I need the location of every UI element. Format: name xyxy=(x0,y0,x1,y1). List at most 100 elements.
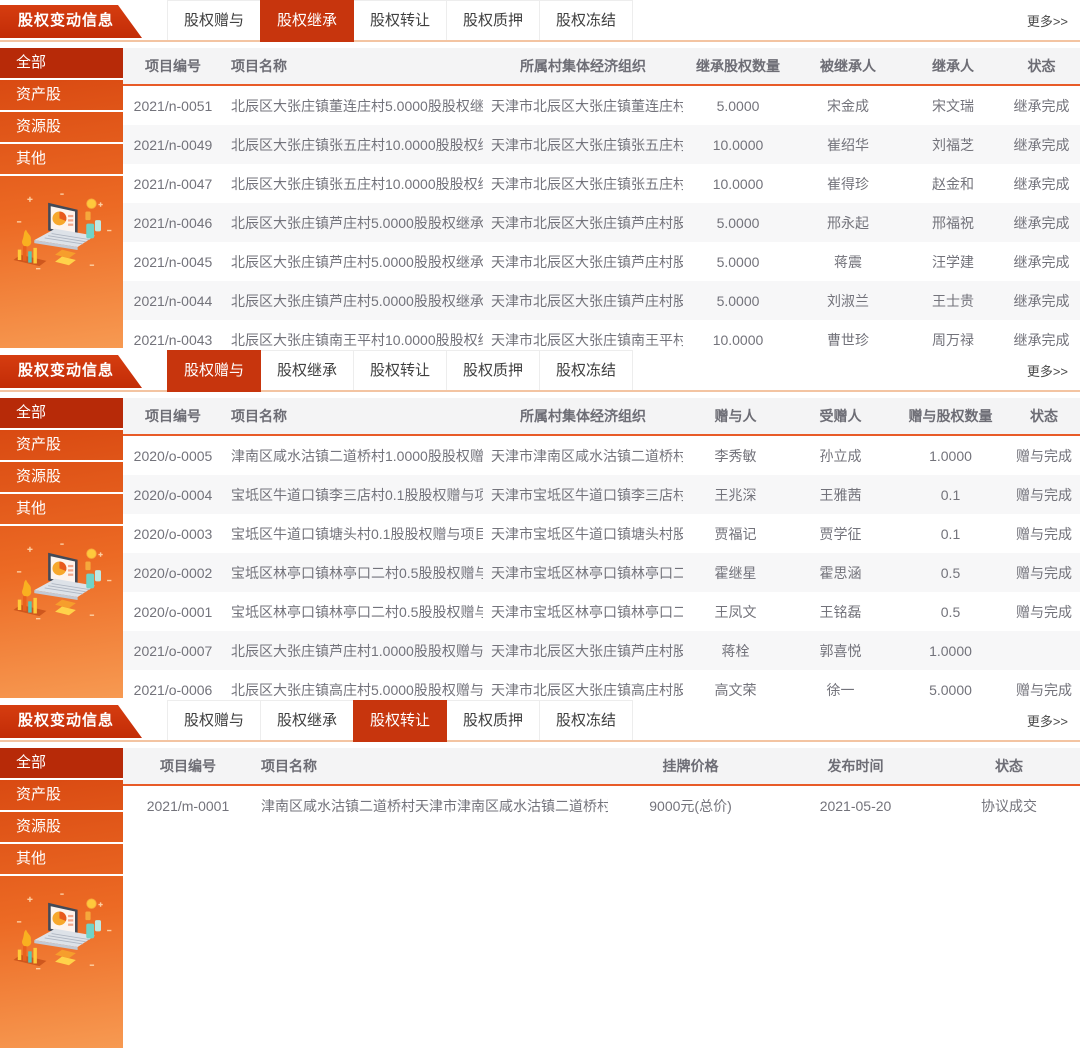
table-row[interactable]: 2021/n-0049北辰区大张庄镇张五庄村10.0000股股权继...天津市北… xyxy=(123,125,1080,164)
equity-gift-section: 股权变动信息 股权赠与股权继承股权转让股权质押股权冻结 更多>> 全部资产股资源… xyxy=(0,350,1080,698)
table-cell: 徐一 xyxy=(788,670,893,698)
table-cell: 赠与完成 xyxy=(1008,435,1080,475)
tab-transfer[interactable]: 股权转让 xyxy=(353,0,447,40)
table-cell: 继承完成 xyxy=(1003,281,1080,320)
table-cell: 2021/o-0007 xyxy=(123,631,223,670)
sidebar-item-asset-share[interactable]: 资产股 xyxy=(0,780,123,812)
gift-table-wrap: 项目编号项目名称所属村集体经济组织赠与人受赠人赠与股权数量状态 2020/o-0… xyxy=(123,398,1080,698)
table-cell: 2020/o-0001 xyxy=(123,592,223,631)
table-cell: 2021/n-0047 xyxy=(123,164,223,203)
more-link[interactable]: 更多>> xyxy=(1027,711,1080,730)
table-row[interactable]: 2021/n-0051北辰区大张庄镇董连庄村5.0000股股权继...天津市北辰… xyxy=(123,85,1080,125)
laptop-charts-illustration xyxy=(10,192,114,276)
column-header: 发布时间 xyxy=(773,748,938,785)
table-cell: 北辰区大张庄镇张五庄村10.0000股股权继... xyxy=(223,164,483,203)
tab-inherit[interactable]: 股权继承 xyxy=(260,350,354,390)
section-content: 全部资产股资源股其他 xyxy=(0,748,1080,1048)
tab-inherit[interactable]: 股权继承 xyxy=(260,700,354,740)
tab-freeze[interactable]: 股权冻结 xyxy=(539,350,633,390)
table-cell: 王兆深 xyxy=(683,475,788,514)
table-cell: 北辰区大张庄镇芦庄村5.0000股股权继承... xyxy=(223,203,483,242)
table-cell: 刘福芝 xyxy=(903,125,1003,164)
table-cell: 天津市宝坻区牛道口镇李三店村股... xyxy=(483,475,683,514)
more-link[interactable]: 更多>> xyxy=(1027,11,1080,30)
table-cell: 5.0000 xyxy=(683,242,793,281)
section-title-banner: 股权变动信息 xyxy=(0,5,142,38)
table-cell: 2021-05-20 xyxy=(773,785,938,825)
column-header: 所属村集体经济组织 xyxy=(483,48,683,85)
sidebar-item-other[interactable]: 其他 xyxy=(0,144,123,176)
table-cell: 0.5 xyxy=(893,592,1008,631)
table-row[interactable]: 2021/o-0007北辰区大张庄镇芦庄村1.0000股股权赠与...天津市北辰… xyxy=(123,631,1080,670)
table-cell: 霍思涵 xyxy=(788,553,893,592)
table-row[interactable]: 2021/n-0046北辰区大张庄镇芦庄村5.0000股股权继承...天津市北辰… xyxy=(123,203,1080,242)
table-row[interactable]: 2020/o-0005津南区咸水沽镇二道桥村1.0000股股权赠...天津市津南… xyxy=(123,435,1080,475)
table-cell: 天津市津南区咸水沽镇二道桥村股... xyxy=(483,435,683,475)
table-cell: 王凤文 xyxy=(683,592,788,631)
table-cell: 2021/o-0006 xyxy=(123,670,223,698)
table-row[interactable]: 2021/n-0043北辰区大张庄镇南王平村10.0000股股权继...天津市北… xyxy=(123,320,1080,348)
table-row[interactable]: 2021/n-0044北辰区大张庄镇芦庄村5.0000股股权继承...天津市北辰… xyxy=(123,281,1080,320)
table-cell: 天津市北辰区大张庄镇芦庄村股份... xyxy=(483,203,683,242)
column-header: 状态 xyxy=(1003,48,1080,85)
table-cell: 蒋栓 xyxy=(683,631,788,670)
column-header: 状态 xyxy=(1008,398,1080,435)
table-cell: 继承完成 xyxy=(1003,242,1080,281)
table-cell: 天津市宝坻区林亭口镇林亭口二村... xyxy=(483,592,683,631)
table-cell: 天津市北辰区大张庄镇高庄村股份... xyxy=(483,670,683,698)
table-header-row: 项目编号项目名称挂牌价格发布时间状态 xyxy=(123,748,1080,785)
table-cell: 10.0000 xyxy=(683,125,793,164)
table-row[interactable]: 2020/o-0002宝坻区林亭口镇林亭口二村0.5股股权赠与...天津市宝坻区… xyxy=(123,553,1080,592)
table-cell: 贾福记 xyxy=(683,514,788,553)
table-row[interactable]: 2020/o-0003宝坻区牛道口镇塘头村0.1股股权赠与项目天津市宝坻区牛道口… xyxy=(123,514,1080,553)
table-cell: 9000元(总价) xyxy=(608,785,773,825)
table-row[interactable]: 2021/n-0047北辰区大张庄镇张五庄村10.0000股股权继...天津市北… xyxy=(123,164,1080,203)
sidebar-item-resource-share[interactable]: 资源股 xyxy=(0,812,123,844)
tab-pledge[interactable]: 股权质押 xyxy=(446,700,540,740)
column-header: 项目编号 xyxy=(123,48,223,85)
table-row[interactable]: 2021/m-0001津南区咸水沽镇二道桥村天津市津南区咸水沽镇二道桥村股份经.… xyxy=(123,785,1080,825)
sidebar-item-all[interactable]: 全部 xyxy=(0,398,123,430)
more-link[interactable]: 更多>> xyxy=(1027,361,1080,380)
table-row[interactable]: 2021/o-0006北辰区大张庄镇高庄村5.0000股股权赠与...天津市北辰… xyxy=(123,670,1080,698)
tab-pledge[interactable]: 股权质押 xyxy=(446,350,540,390)
sidebar-item-other[interactable]: 其他 xyxy=(0,844,123,876)
equity-inheritance-section: 股权变动信息 股权赠与股权继承股权转让股权质押股权冻结 更多>> 全部资产股资源… xyxy=(0,0,1080,348)
sidebar-item-asset-share[interactable]: 资产股 xyxy=(0,80,123,112)
column-header: 状态 xyxy=(938,748,1080,785)
tab-freeze[interactable]: 股权冻结 xyxy=(539,0,633,40)
table-cell: 天津市北辰区大张庄镇张五庄村股... xyxy=(483,164,683,203)
table-cell: 霍继星 xyxy=(683,553,788,592)
tab-pledge[interactable]: 股权质押 xyxy=(446,0,540,40)
sidebar-item-all[interactable]: 全部 xyxy=(0,48,123,80)
tab-transfer[interactable]: 股权转让 xyxy=(353,350,447,390)
table-cell: 天津市北辰区大张庄镇芦庄村股份... xyxy=(483,242,683,281)
sidebar-item-resource-share[interactable]: 资源股 xyxy=(0,112,123,144)
filter-sidebar: 全部资产股资源股其他 xyxy=(0,48,123,348)
tab-inherit[interactable]: 股权继承 xyxy=(260,0,354,42)
table-row[interactable]: 2020/o-0001宝坻区林亭口镇林亭口二村0.5股股权赠与...天津市宝坻区… xyxy=(123,592,1080,631)
tab-gift[interactable]: 股权赠与 xyxy=(167,0,261,40)
table-cell: 崔得珍 xyxy=(793,164,903,203)
sidebar-item-other[interactable]: 其他 xyxy=(0,494,123,526)
sidebar-item-all[interactable]: 全部 xyxy=(0,748,123,780)
tab-gift[interactable]: 股权赠与 xyxy=(167,700,261,740)
tab-freeze[interactable]: 股权冻结 xyxy=(539,700,633,740)
table-row[interactable]: 2020/o-0004宝坻区牛道口镇李三店村0.1股股权赠与项目天津市宝坻区牛道… xyxy=(123,475,1080,514)
column-header: 继承股权数量 xyxy=(683,48,793,85)
table-cell: 10.0000 xyxy=(683,164,793,203)
table-header-row: 项目编号项目名称所属村集体经济组织继承股权数量被继承人继承人状态 xyxy=(123,48,1080,85)
tab-transfer[interactable]: 股权转让 xyxy=(353,700,447,742)
table-cell: 5.0000 xyxy=(683,281,793,320)
tab-gift[interactable]: 股权赠与 xyxy=(167,350,261,392)
table-cell: 继承完成 xyxy=(1003,85,1080,125)
table-cell: 王铭磊 xyxy=(788,592,893,631)
sidebar-item-resource-share[interactable]: 资源股 xyxy=(0,462,123,494)
table-row[interactable]: 2021/n-0045北辰区大张庄镇芦庄村5.0000股股权继承...天津市北辰… xyxy=(123,242,1080,281)
table-cell: 天津市北辰区大张庄镇芦庄村股份... xyxy=(483,631,683,670)
sidebar-item-asset-share[interactable]: 资产股 xyxy=(0,430,123,462)
filter-list: 全部资产股资源股其他 xyxy=(0,48,123,176)
table-cell: 刘淑兰 xyxy=(793,281,903,320)
table-cell: 0.5 xyxy=(893,553,1008,592)
column-header: 项目名称 xyxy=(223,48,483,85)
